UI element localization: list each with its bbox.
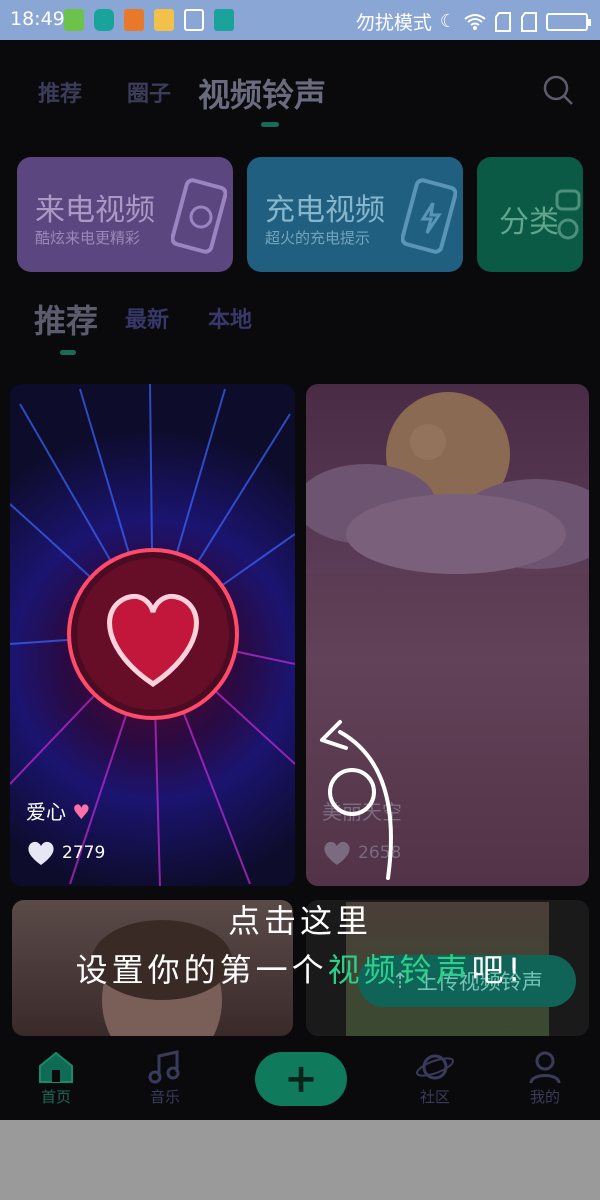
planet-icon bbox=[416, 1054, 454, 1080]
category-title: 来电视频 bbox=[35, 193, 155, 228]
phone-video-icon bbox=[171, 178, 227, 254]
nav-music[interactable]: 音乐 bbox=[125, 1050, 205, 1107]
nav-home[interactable]: 首页 bbox=[16, 1050, 96, 1107]
video-title: 爱心 ♥ bbox=[26, 800, 91, 824]
subtab-local[interactable]: 本地 bbox=[208, 302, 252, 334]
video-card[interactable]: 美丽天空 2658 bbox=[306, 384, 589, 886]
category-title: 分类 bbox=[499, 205, 559, 240]
subtab-indicator bbox=[60, 350, 76, 355]
status-time: 18:49 bbox=[10, 8, 65, 30]
folder-icon bbox=[154, 9, 174, 31]
video-title: 美丽天空 bbox=[322, 800, 402, 824]
tab-circle[interactable]: 圈子 bbox=[127, 76, 171, 108]
video-likes: 2779 bbox=[26, 840, 105, 866]
likes-count: 2779 bbox=[62, 843, 106, 863]
plus-icon: + bbox=[284, 1056, 318, 1102]
category-subtitle: 酷炫来电更精彩 bbox=[35, 229, 141, 247]
tab-video-ringtone[interactable]: 视频铃声 bbox=[198, 70, 326, 116]
upload-label: 上传视频铃声 bbox=[416, 970, 543, 994]
category-title: 充电视频 bbox=[265, 193, 385, 228]
home-icon bbox=[39, 1051, 73, 1083]
cleaner-icon bbox=[184, 9, 204, 31]
moon-icon: ☾ bbox=[439, 11, 456, 32]
tab-recommend[interactable]: 推荐 bbox=[38, 76, 82, 108]
nav-label: 社区 bbox=[419, 1088, 450, 1106]
upload-video-ringtone-button[interactable]: ⇡ 上传视频铃声 bbox=[358, 955, 576, 1007]
music-note-icon bbox=[148, 1050, 180, 1084]
video-card[interactable] bbox=[12, 900, 293, 1036]
status-right: 勿扰模式 ☾ bbox=[355, 8, 591, 35]
user-icon bbox=[529, 1051, 561, 1084]
category-incoming-call-video[interactable]: 来电视频 酷炫来电更精彩 bbox=[17, 157, 233, 272]
signal-icon bbox=[495, 11, 511, 32]
app-screen: 18:49 勿扰模式 ☾ 推荐 圈子 视频铃声 来电视频 酷炫来电更精彩 充电视… bbox=[0, 0, 600, 1120]
video-card[interactable]: 爱心 ♥ 2779 bbox=[10, 384, 295, 886]
battery-icon bbox=[546, 12, 591, 31]
nav-mine[interactable]: 我的 bbox=[505, 1050, 585, 1107]
category-classify[interactable]: 分类 bbox=[477, 157, 583, 272]
subtab-latest[interactable]: 最新 bbox=[125, 302, 169, 334]
video-likes: 2658 bbox=[322, 840, 401, 866]
signal-icon bbox=[521, 11, 537, 32]
search-icon[interactable] bbox=[542, 74, 574, 106]
heart-icon bbox=[324, 841, 350, 865]
status-bar: 18:49 勿扰模式 ☾ bbox=[0, 0, 600, 40]
charging-icon bbox=[401, 178, 457, 254]
nav-label: 音乐 bbox=[149, 1088, 180, 1106]
dnd-label: 勿扰模式 bbox=[355, 12, 432, 34]
app-notification-icon bbox=[94, 9, 114, 31]
nav-community[interactable]: 社区 bbox=[395, 1050, 475, 1107]
subtab-recommend[interactable]: 推荐 bbox=[34, 296, 98, 342]
tab-indicator bbox=[261, 122, 279, 127]
video-thumbnail bbox=[92, 920, 232, 1036]
grid-icon bbox=[555, 189, 581, 240]
app-notification-icon bbox=[64, 9, 84, 31]
wifi-icon bbox=[464, 13, 486, 30]
category-charging-video[interactable]: 充电视频 超火的充电提示 bbox=[247, 157, 463, 272]
likes-count: 2658 bbox=[358, 843, 402, 863]
nav-label: 首页 bbox=[40, 1088, 71, 1106]
usb-icon bbox=[214, 9, 234, 31]
warning-icon bbox=[124, 9, 144, 31]
upload-icon: ⇡ bbox=[391, 969, 409, 993]
category-subtitle: 超火的充电提示 bbox=[265, 229, 371, 247]
add-button[interactable]: + bbox=[255, 1052, 347, 1106]
heart-icon bbox=[28, 841, 54, 865]
nav-label: 我的 bbox=[529, 1088, 560, 1106]
